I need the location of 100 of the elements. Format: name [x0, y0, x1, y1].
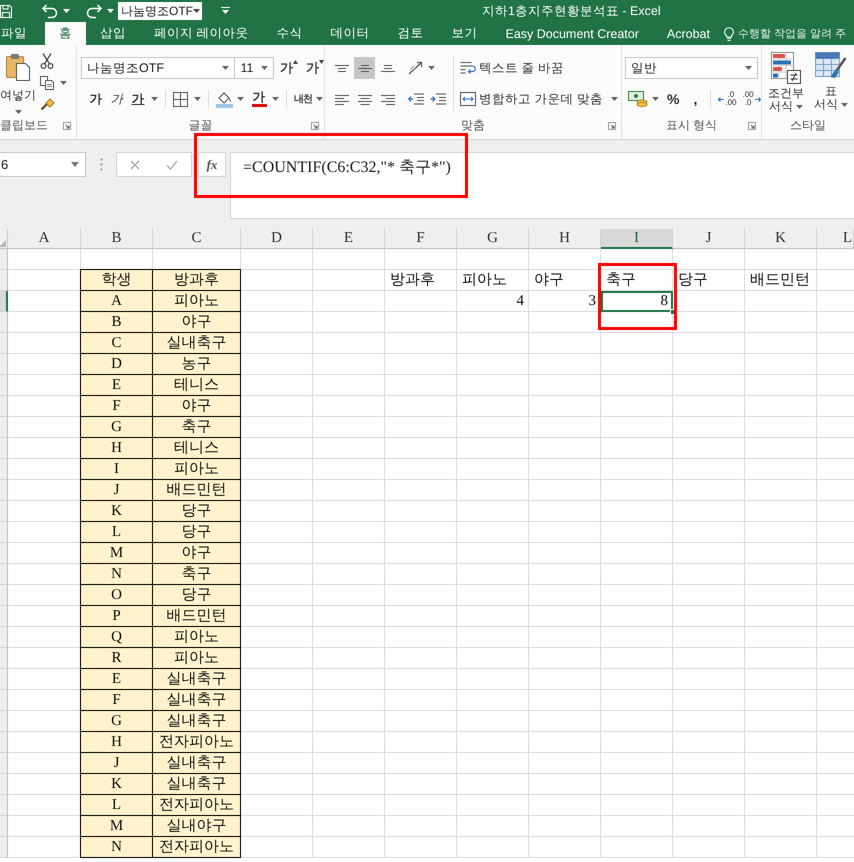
ribbon-tab[interactable]: 페이지 레이아웃 — [140, 22, 262, 45]
italic-button[interactable]: 가 — [108, 90, 126, 108]
column-header[interactable]: J — [673, 229, 745, 249]
caret-icon — [222, 66, 230, 70]
column-header[interactable]: E — [313, 229, 385, 249]
phonetic-guide-button[interactable]: 내천 — [294, 92, 312, 106]
caret-icon — [14, 110, 22, 114]
formula-field[interactable]: =COUNTIF(C6:C32,"* 축구*") — [230, 152, 854, 219]
borders-icon[interactable] — [173, 92, 188, 106]
bold-button[interactable]: 가 — [87, 90, 105, 108]
increase-decimal-button[interactable]: .0 .00 — [718, 91, 736, 107]
percent-style-button[interactable]: % — [667, 91, 680, 107]
grip-icon — [100, 158, 103, 171]
number-format-combo[interactable]: 일반 — [625, 57, 758, 79]
caret-icon[interactable] — [428, 66, 435, 70]
wrap-text-button[interactable]: 텍스트 줄 바꿈 — [460, 60, 564, 76]
tell-me-field[interactable]: 수행할 작업을 알려 주 — [738, 28, 854, 40]
copy-icon[interactable] — [40, 76, 54, 90]
font-combo[interactable]: 나눔명조OTF — [118, 2, 202, 20]
lightbulb-icon — [724, 26, 734, 40]
table-cell: I — [80, 459, 153, 480]
align-middle-button[interactable] — [354, 57, 375, 79]
insert-function-button[interactable]: fx — [198, 152, 226, 177]
dialog-launcher-icon[interactable] — [63, 122, 71, 130]
name-box[interactable]: 6 — [0, 152, 86, 177]
cut-icon[interactable] — [40, 53, 54, 69]
table-cell: K — [80, 774, 153, 795]
underline-button[interactable]: 가 — [129, 90, 147, 108]
column-header[interactable]: I — [601, 229, 673, 249]
dialog-launcher-icon[interactable] — [311, 122, 319, 130]
group-label: 클립보드 — [0, 117, 48, 134]
customize-toolbar-icon[interactable] — [221, 7, 230, 15]
ribbon-tab[interactable]: 보기 — [437, 22, 492, 45]
caret-icon[interactable] — [610, 97, 618, 101]
table-header-cell: 방과후 — [153, 269, 241, 291]
font-size-combo[interactable]: 11 — [234, 57, 274, 79]
column-header[interactable]: G — [457, 229, 529, 249]
orientation-icon[interactable] — [408, 61, 424, 75]
ribbon-tab[interactable]: 검토 — [383, 22, 438, 45]
table-cell: 배드민턴 — [153, 480, 241, 501]
increase-indent-icon[interactable] — [430, 93, 446, 105]
column-header[interactable]: H — [529, 229, 601, 249]
ribbon-tab[interactable]: 삽입 — [86, 22, 140, 45]
ribbon-tab[interactable]: 데이터 — [316, 22, 384, 45]
redo-icon[interactable] — [86, 4, 102, 18]
caret-icon[interactable] — [151, 97, 158, 101]
table-cell: 전자피아노 — [153, 732, 241, 753]
conditional-formatting-button[interactable]: 조건부 서식 — [768, 52, 804, 117]
dialog-launcher-icon[interactable] — [608, 122, 616, 130]
column-header[interactable]: L — [817, 229, 854, 249]
paste-button[interactable]: 여넣기 — [0, 53, 36, 117]
caret-icon[interactable] — [107, 9, 114, 13]
font-name-combo[interactable]: 나눔명조OTF — [81, 57, 236, 79]
table-cell: R — [80, 648, 153, 669]
comma-style-button[interactable]: , — [693, 91, 698, 107]
caret-icon[interactable] — [63, 9, 70, 13]
column-header[interactable]: A — [8, 229, 81, 249]
format-as-table-button[interactable]: 표 서식 — [814, 52, 848, 117]
table-cell: G — [80, 711, 153, 732]
ribbon-tab[interactable]: 수식 — [262, 22, 316, 45]
column-header[interactable]: K — [745, 229, 817, 249]
table-cell: 실내축구 — [153, 669, 241, 690]
fill-bucket-icon[interactable] — [216, 90, 233, 108]
caret-icon[interactable] — [272, 97, 279, 101]
undo-icon[interactable] — [42, 4, 58, 18]
grow-font-button[interactable]: 가 — [280, 59, 298, 77]
table-cell: 야구 — [153, 396, 241, 417]
caret-up-icon — [293, 60, 298, 64]
row-header[interactable] — [0, 291, 8, 312]
table-cell: B — [80, 312, 153, 333]
ribbon-tab[interactable]: 파일 — [0, 22, 45, 45]
table-cell: H — [80, 732, 153, 753]
column-header[interactable]: B — [81, 229, 153, 249]
caret-icon[interactable] — [60, 81, 67, 85]
column-header[interactable]: F — [385, 229, 457, 249]
table-cell: 실내축구 — [153, 711, 241, 732]
ribbon-tab[interactable]: Easy Document Creator — [491, 22, 653, 45]
table-cell: 테니스 — [153, 438, 241, 459]
caret-icon — [796, 104, 803, 108]
dialog-launcher-icon[interactable] — [748, 122, 756, 130]
merge-center-button[interactable]: 병합하고 가운데 맞춤 — [460, 90, 603, 108]
paste-icon — [6, 53, 30, 81]
column-header[interactable]: C — [153, 229, 241, 249]
caret-icon[interactable] — [194, 97, 201, 101]
caret-icon[interactable] — [316, 97, 323, 101]
accounting-format-icon[interactable] — [628, 91, 648, 107]
table-cell: 축구 — [153, 564, 241, 585]
column-header[interactable]: D — [241, 229, 313, 249]
decrease-indent-icon[interactable] — [408, 93, 424, 105]
save-icon[interactable] — [0, 4, 12, 18]
caret-icon[interactable] — [652, 97, 659, 101]
shrink-font-button[interactable]: 가 — [306, 59, 324, 77]
decrease-decimal-button[interactable]: .00 .0 — [742, 91, 761, 107]
caret-icon[interactable] — [237, 97, 244, 101]
check-icon[interactable] — [166, 160, 178, 170]
caret-icon — [261, 66, 268, 70]
ribbon-tab[interactable]: Acrobat — [652, 22, 724, 45]
ribbon-tab[interactable]: 홈 — [45, 22, 86, 45]
font-color-button[interactable]: 가 — [250, 91, 268, 107]
format-painter-icon[interactable] — [40, 97, 56, 111]
